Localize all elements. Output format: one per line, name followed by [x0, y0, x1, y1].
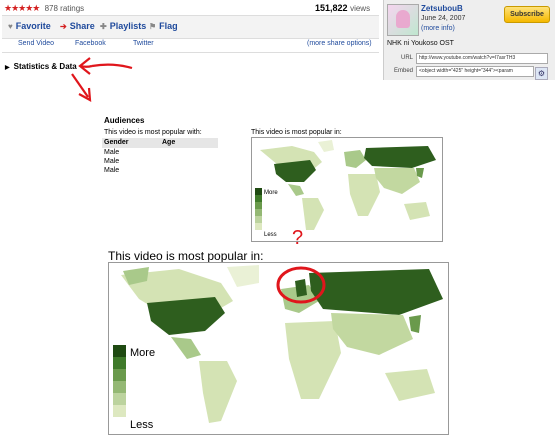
map-central-america [288, 184, 304, 196]
map-russia [309, 269, 443, 315]
table-row: Male [104, 167, 120, 174]
map-central-america [171, 337, 201, 359]
legend-swatch [255, 216, 262, 223]
legend-swatch [255, 195, 262, 202]
audiences-table-header: Gender Age [102, 138, 218, 148]
playlists-button[interactable]: ✚ Playlists [100, 21, 146, 31]
arrow-head-down-icon [78, 87, 92, 102]
small-world-map: More Less [251, 137, 443, 242]
channel-avatar[interactable] [387, 4, 419, 36]
large-map-caption: This video is most popular in: [108, 249, 264, 263]
legend-less-label: Less [264, 232, 277, 238]
heart-icon: ♥ [8, 21, 13, 31]
map-africa [348, 174, 380, 216]
audiences-title: Audiences [104, 116, 145, 125]
map-usa [147, 297, 225, 335]
flag-button[interactable]: ⚑ Flag [149, 21, 178, 31]
share-label: Share [69, 21, 95, 31]
flag-label: Flag [159, 21, 178, 31]
map-south-america [302, 198, 324, 230]
embed-settings-gear-icon[interactable]: ⚙ [535, 67, 548, 80]
legend-swatch [113, 393, 126, 405]
legend-less-label: Less [130, 419, 154, 431]
send-video-link[interactable]: Send Video [18, 40, 54, 47]
embed-field[interactable]: <object width="425" height="344"><param [416, 66, 534, 77]
embed-label: Embed [393, 68, 413, 74]
rating-stars-icon[interactable]: ★★★★★ [4, 3, 40, 13]
gender-column-header: Gender [104, 139, 129, 146]
audiences-subtitle: This video is most popular with: [104, 129, 202, 136]
small-world-map-svg: More Less [255, 140, 436, 238]
map-usa [274, 160, 316, 182]
small-map-caption: This video is most popular in: [251, 129, 342, 136]
plus-icon: ✚ [100, 21, 107, 31]
video-action-bar: ♥ Favorite ➔ Share ✚ Playlists ⚑ Flag [2, 15, 379, 39]
upload-date: June 24, 2007 [421, 15, 466, 22]
legend-swatch [255, 202, 262, 209]
table-row: Male [104, 149, 120, 156]
more-share-options-link[interactable]: (more share options) [307, 40, 372, 47]
large-map-legend: More Less [113, 345, 155, 431]
map-greenland [227, 265, 259, 287]
map-greenland [318, 140, 334, 152]
url-label: URL [400, 55, 413, 61]
large-world-map-svg: More Less [113, 265, 443, 431]
map-europe [344, 150, 366, 168]
facebook-link[interactable]: Facebook [75, 40, 106, 47]
map-scandinavia [295, 279, 307, 297]
ratings-count: 878 ratings [44, 4, 85, 13]
legend-swatch [113, 345, 126, 357]
map-asia [331, 313, 413, 355]
flag-icon: ⚑ [149, 21, 157, 31]
question-mark-annotation: ? [292, 227, 304, 249]
annotation-arrows [71, 57, 133, 102]
view-count: 151,822 views [315, 3, 370, 13]
url-field[interactable]: http://www.youtube.com/watch?v=I7asrTH3 [416, 53, 548, 64]
legend-swatch [255, 223, 262, 230]
legend-swatch [113, 357, 126, 369]
share-arrow-icon: ➔ [60, 21, 67, 31]
legend-swatch [113, 369, 126, 381]
video-title: NHK ni Youkoso OST [387, 40, 454, 47]
legend-swatch [113, 381, 126, 393]
table-row: Male [104, 158, 120, 165]
legend-swatch [113, 405, 126, 417]
twitter-link[interactable]: Twitter [133, 40, 154, 47]
share-button[interactable]: ➔ Share [60, 21, 95, 31]
age-column-header: Age [162, 139, 176, 146]
views-number: 151,822 [315, 3, 348, 13]
map-africa [285, 321, 341, 399]
legend-more-label: More [264, 190, 278, 196]
legend-more-label: More [130, 347, 155, 359]
map-australia [385, 369, 435, 401]
legend-swatch [255, 188, 262, 195]
subscribe-button[interactable]: Subscribe [504, 6, 550, 23]
map-south-america [199, 361, 237, 423]
map-japan [409, 315, 421, 333]
arrow-line-top-tip [80, 64, 93, 68]
favorite-label: Favorite [15, 21, 51, 31]
channel-name-link[interactable]: ZetsubouB [421, 4, 463, 13]
map-asia [374, 168, 420, 194]
favorite-button[interactable]: ♥ Favorite [8, 21, 51, 31]
views-label: views [350, 4, 371, 13]
more-info-link[interactable]: (more info) [421, 25, 455, 32]
large-world-map: More Less [108, 262, 449, 435]
map-russia [364, 146, 436, 168]
map-australia [404, 202, 430, 220]
arrow-line-top [91, 63, 133, 70]
small-map-legend: More Less [255, 188, 278, 238]
legend-swatch [255, 209, 262, 216]
playlists-label: Playlists [109, 21, 147, 31]
